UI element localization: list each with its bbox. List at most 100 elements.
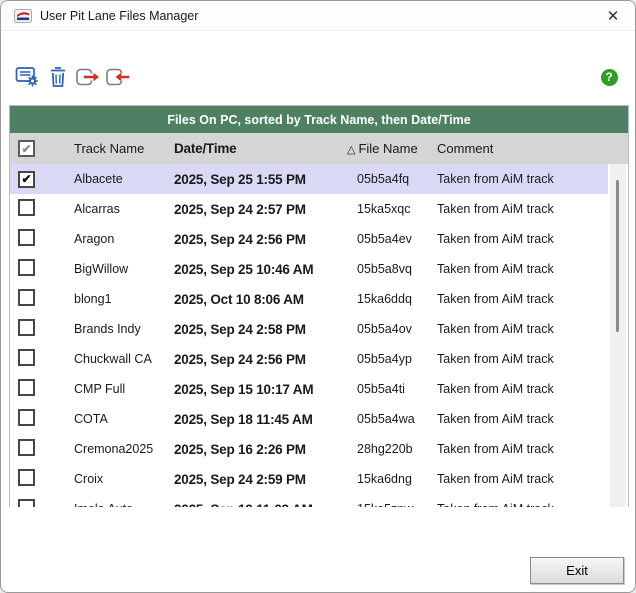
row-checkbox-cell <box>10 199 74 219</box>
comment-cell: Taken from AiM track <box>437 472 608 486</box>
filename-cell: 15ka5zpw <box>347 502 437 507</box>
filename-cell: 05b5a8vq <box>347 262 437 276</box>
table-row[interactable]: COTA2025, Sep 18 11:45 AM05b5a4waTaken f… <box>10 404 608 434</box>
row-checkbox-cell <box>10 171 74 188</box>
titlebar: User Pit Lane Files Manager ✕ <box>1 1 635 31</box>
table-row[interactable]: blong12025, Oct 10 8:06 AM15ka6ddqTaken … <box>10 284 608 314</box>
help-button[interactable]: ? <box>599 67 619 87</box>
comment-cell: Taken from AiM track <box>437 352 608 366</box>
help-icon: ? <box>601 69 618 86</box>
import-arrow-icon <box>105 66 131 88</box>
datetime-cell: 2025, Sep 18 11:45 AM <box>174 412 347 427</box>
track-name-cell: Alcarras <box>74 202 174 216</box>
row-checkbox[interactable] <box>18 259 35 276</box>
datetime-cell: 2025, Sep 15 10:17 AM <box>174 382 347 397</box>
comment-cell: Taken from AiM track <box>437 442 608 456</box>
track-name-cell: BigWillow <box>74 262 174 276</box>
table-row[interactable]: Albacete2025, Sep 25 1:55 PM05b5a4fqTake… <box>10 164 608 194</box>
track-name-cell: COTA <box>74 412 174 426</box>
dialog-window: User Pit Lane Files Manager ✕ <box>0 0 636 593</box>
row-checkbox-cell <box>10 499 74 507</box>
table-row[interactable]: Aragon2025, Sep 24 2:56 PM05b5a4evTaken … <box>10 224 608 254</box>
toolbar: ? <box>1 63 635 95</box>
track-name-cell: Croix <box>74 472 174 486</box>
row-checkbox[interactable] <box>18 289 35 306</box>
datetime-cell: 2025, Oct 10 8:06 AM <box>174 292 347 307</box>
row-checkbox[interactable] <box>18 469 35 486</box>
row-checkbox[interactable] <box>18 171 35 188</box>
select-all-cell <box>10 140 74 157</box>
track-name-cell: Aragon <box>74 232 174 246</box>
export-button[interactable] <box>74 63 102 91</box>
comment-cell: Taken from AiM track <box>437 412 608 426</box>
comment-cell: Taken from AiM track <box>437 292 608 306</box>
comment-cell: Taken from AiM track <box>437 382 608 396</box>
table-row[interactable]: Cremona20252025, Sep 16 2:26 PM28hg220bT… <box>10 434 608 464</box>
row-checkbox[interactable] <box>18 499 35 507</box>
row-checkbox[interactable] <box>18 349 35 366</box>
filename-cell: 15ka5xqc <box>347 202 437 216</box>
files-panel: Files On PC, sorted by Track Name, then … <box>9 105 629 507</box>
row-checkbox-cell <box>10 439 74 459</box>
close-button[interactable]: ✕ <box>597 3 629 28</box>
vertical-scrollbar[interactable] <box>610 164 626 507</box>
row-checkbox[interactable] <box>18 379 35 396</box>
sort-ascending-icon: △ <box>347 144 355 156</box>
row-checkbox[interactable] <box>18 439 35 456</box>
comment-cell: Taken from AiM track <box>437 232 608 246</box>
file-list-body: Albacete2025, Sep 25 1:55 PM05b5a4fqTake… <box>10 164 628 507</box>
table-row[interactable]: BigWillow2025, Sep 25 10:46 AM05b5a8vqTa… <box>10 254 608 284</box>
delete-button[interactable] <box>44 63 72 91</box>
row-checkbox-cell <box>10 259 74 279</box>
comment-cell: Taken from AiM track <box>437 202 608 216</box>
export-arrow-icon <box>75 66 101 88</box>
row-checkbox-cell <box>10 319 74 339</box>
column-header-track-name[interactable]: Track Name <box>74 141 174 156</box>
exit-button[interactable]: Exit <box>530 557 624 584</box>
datetime-cell: 2025, Sep 24 2:59 PM <box>174 472 347 487</box>
window-title: User Pit Lane Files Manager <box>40 9 198 23</box>
table-row[interactable]: Imola Auto2025, Sep 19 11:09 AM15ka5zpwT… <box>10 494 608 507</box>
track-name-cell: Chuckwall CA <box>74 352 174 366</box>
table-row[interactable]: CMP Full2025, Sep 15 10:17 AM05b5a4tiTak… <box>10 374 608 404</box>
row-checkbox[interactable] <box>18 199 35 216</box>
list-settings-icon <box>15 65 41 89</box>
datetime-cell: 2025, Sep 24 2:56 PM <box>174 352 347 367</box>
filename-cell: 05b5a4ov <box>347 322 437 336</box>
table-header: Track Name Date/Time △File Name Comment <box>10 133 628 164</box>
import-button[interactable] <box>104 63 132 91</box>
filename-cell: 05b5a4ti <box>347 382 437 396</box>
filename-cell: 05b5a4ev <box>347 232 437 246</box>
table-row[interactable]: Chuckwall CA2025, Sep 24 2:56 PM05b5a4yp… <box>10 344 608 374</box>
comment-cell: Taken from AiM track <box>437 262 608 276</box>
table-row[interactable]: Brands Indy2025, Sep 24 2:58 PM05b5a4ovT… <box>10 314 608 344</box>
track-name-cell: Imola Auto <box>74 502 174 507</box>
row-checkbox[interactable] <box>18 319 35 336</box>
row-checkbox-cell <box>10 379 74 399</box>
datetime-cell: 2025, Sep 24 2:58 PM <box>174 322 347 337</box>
filename-cell: 05b5a4wa <box>347 412 437 426</box>
close-icon: ✕ <box>607 7 620 25</box>
select-all-checkbox[interactable] <box>18 140 35 157</box>
datetime-cell: 2025, Sep 25 1:55 PM <box>174 172 347 187</box>
track-name-cell: Brands Indy <box>74 322 174 336</box>
manage-files-button[interactable] <box>14 63 42 91</box>
column-header-datetime[interactable]: Date/Time <box>174 141 347 156</box>
table-row[interactable]: Alcarras2025, Sep 24 2:57 PM15ka5xqcTake… <box>10 194 608 224</box>
filename-cell: 15ka6ddq <box>347 292 437 306</box>
track-name-cell: Cremona2025 <box>74 442 174 456</box>
comment-cell: Taken from AiM track <box>437 172 608 186</box>
scrollbar-thumb[interactable] <box>616 180 619 332</box>
column-header-filename[interactable]: △File Name <box>347 141 437 156</box>
row-checkbox-cell <box>10 229 74 249</box>
filename-cell: 05b5a4fq <box>347 172 437 186</box>
row-checkbox[interactable] <box>18 409 35 426</box>
table-row[interactable]: Croix2025, Sep 24 2:59 PM15ka6dngTaken f… <box>10 464 608 494</box>
filename-cell: 05b5a4yp <box>347 352 437 366</box>
filename-cell: 15ka6dng <box>347 472 437 486</box>
trash-icon <box>48 65 68 89</box>
column-header-comment[interactable]: Comment <box>437 141 628 156</box>
row-checkbox[interactable] <box>18 229 35 246</box>
filename-cell: 28hg220b <box>347 442 437 456</box>
panel-banner: Files On PC, sorted by Track Name, then … <box>10 106 628 133</box>
